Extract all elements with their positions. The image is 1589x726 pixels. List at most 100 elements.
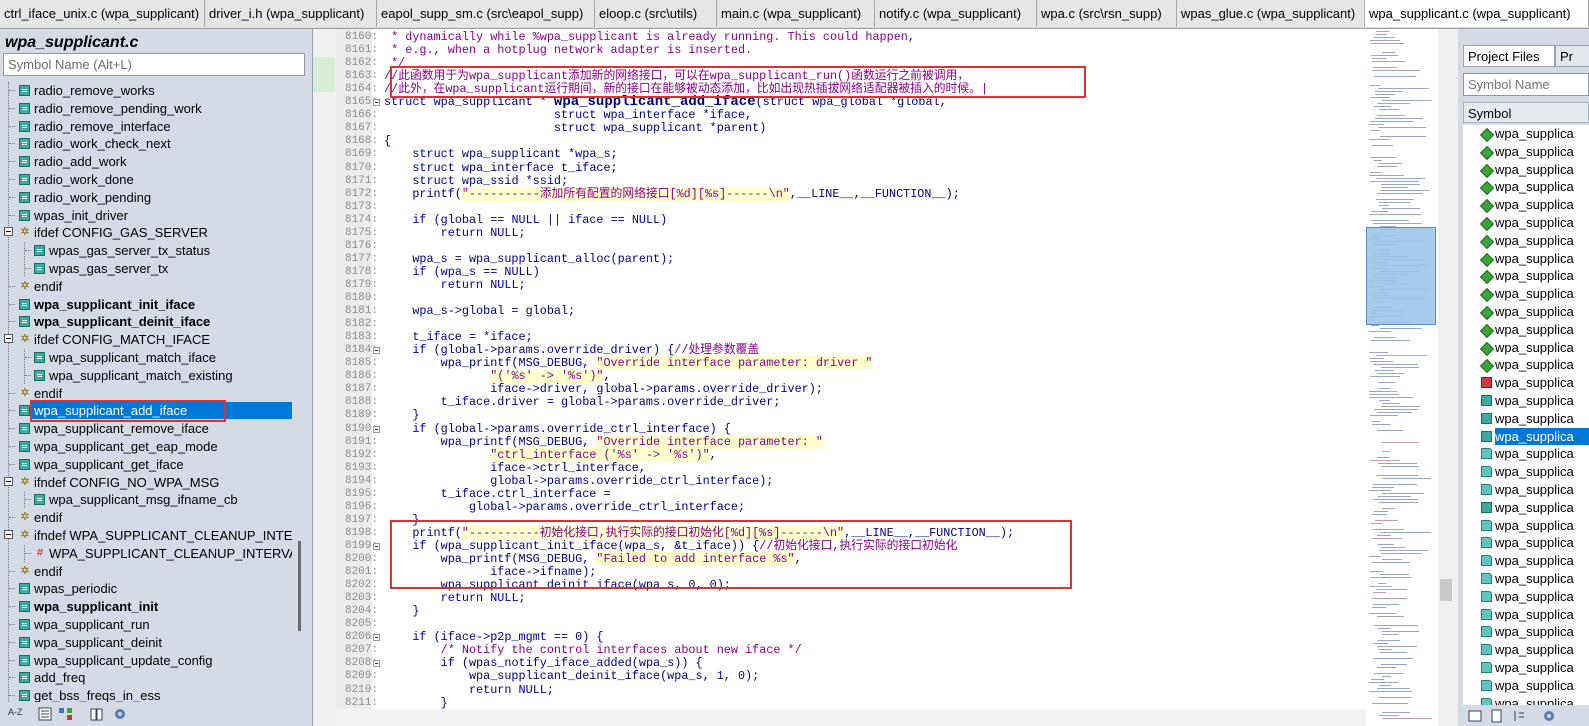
- symbol-tree-item[interactable]: wpas_init_driver: [0, 207, 292, 224]
- editor-tab[interactable]: eapol_supp_sm.c (src\eapol_supp): [377, 0, 595, 27]
- project-symbol-item[interactable]: wpa_supplica: [1463, 303, 1589, 321]
- symbol-tree-item[interactable]: wpa_supplicant_update_config: [0, 652, 292, 669]
- project-symbol-item[interactable]: wpa_supplica: [1463, 606, 1589, 623]
- editor-tab[interactable]: eloop.c (src\utils): [595, 0, 717, 27]
- project-symbol-item[interactable]: wpa_supplica: [1463, 232, 1589, 250]
- symbol-column-header[interactable]: Symbol: [1463, 102, 1589, 123]
- project-symbol-item[interactable]: wpa_supplica: [1463, 267, 1589, 285]
- project-symbol-item[interactable]: wpa_supplica: [1463, 250, 1589, 268]
- code-editor[interactable]: 8160: 8161: 8162: 8163: 8164: 8165: 8166: 8167:…: [336, 29, 1366, 709]
- project-symbol-item[interactable]: wpa_supplica: [1463, 499, 1589, 516]
- tree-icon[interactable]: [58, 707, 74, 721]
- symbol-tree-item[interactable]: ✲ endif: [0, 278, 292, 295]
- editor-vertical-scrollbar[interactable]: [1438, 29, 1454, 726]
- symbol-tree-item[interactable]: wpa_supplicant_deinit_iface: [0, 313, 292, 330]
- symbol-tree-item[interactable]: radio_work_pending: [0, 189, 292, 206]
- editor-tab[interactable]: wpa_supplicant.c (wpa_supplicant): [1365, 0, 1589, 27]
- editor-tab[interactable]: ctrl_iface_unix.c (wpa_supplicant): [0, 0, 205, 27]
- symbol-tree-item[interactable]: # WPA_SUPPLICANT_CLEANUP_INTERVAL: [0, 545, 292, 562]
- code-line[interactable]: global->params.override_ctrl_interface;: [384, 501, 745, 514]
- symbol-tree-item[interactable]: wpas_periodic: [0, 580, 292, 597]
- code-line[interactable]: * e.g., when a hotplug network adapter i…: [384, 44, 752, 57]
- project-symbol-item[interactable]: wpa_supplica: [1463, 321, 1589, 339]
- code-line[interactable]: struct wpa_supplicant *wpa_s;: [384, 148, 617, 161]
- code-line[interactable]: }: [384, 697, 448, 710]
- code-line[interactable]: return NULL;: [384, 227, 526, 240]
- collapse-icon[interactable]: [4, 227, 13, 236]
- tab-project-files[interactable]: Project Files: [1463, 45, 1555, 67]
- project-symbol-item[interactable]: wpa_supplica: [1463, 392, 1589, 409]
- document-icon[interactable]: [1490, 709, 1504, 723]
- fold-toggle-icon[interactable]: [373, 99, 380, 106]
- symbol-tree-item[interactable]: radio_add_work: [0, 153, 292, 170]
- symbol-search-input[interactable]: [3, 53, 305, 76]
- project-symbol-item[interactable]: wpa_supplica: [1463, 285, 1589, 303]
- symbol-tree-scrollbar[interactable]: [298, 541, 301, 631]
- minimap-viewport[interactable]: [1366, 227, 1436, 325]
- project-symbol-item[interactable]: wpa_supplica: [1463, 463, 1589, 480]
- symbol-tree-item[interactable]: get_bss_freqs_in_ess: [0, 687, 292, 702]
- symbol-tree-item[interactable]: radio_work_done: [0, 171, 292, 188]
- symbol-tree-item[interactable]: ✲ ifndef WPA_SUPPLICANT_CLEANUP_INTERVA: [0, 527, 292, 544]
- symbol-tree-item[interactable]: ✲ ifndef CONFIG_NO_WPA_MSG: [0, 474, 292, 491]
- project-symbol-item[interactable]: wpa_supplica: [1463, 677, 1589, 694]
- project-symbol-item[interactable]: wpa_supplica: [1463, 125, 1589, 143]
- gear-icon[interactable]: [1542, 709, 1556, 723]
- collapse-icon[interactable]: [4, 530, 13, 539]
- symbol-tree-item[interactable]: wpa_supplicant_run: [0, 616, 292, 633]
- code-line[interactable]: wpa_supplicant_deinit_iface(wpa_s, 1, 0)…: [384, 670, 759, 683]
- symbol-tree-item[interactable]: wpas_gas_server_tx: [0, 260, 292, 277]
- symbol-tree-item[interactable]: radio_work_check_next: [0, 135, 292, 152]
- code-line[interactable]: t_iface.driver = global->params.override…: [384, 396, 781, 409]
- fold-toggle-icon[interactable]: [373, 543, 380, 550]
- code-line[interactable]: }: [384, 409, 419, 422]
- symbol-tree-item[interactable]: radio_remove_works: [0, 82, 292, 99]
- project-symbol-item[interactable]: wpa_supplica: [1463, 570, 1589, 587]
- project-symbol-item[interactable]: wpa_supplica: [1463, 588, 1589, 605]
- project-symbol-item[interactable]: wpa_supplica: [1463, 178, 1589, 196]
- code-line[interactable]: }: [384, 605, 419, 618]
- symbol-tree-item[interactable]: wpa_supplicant_deinit: [0, 634, 292, 651]
- project-symbol-item[interactable]: wpa_supplica: [1463, 445, 1589, 462]
- collapse-icon[interactable]: [4, 477, 13, 486]
- project-symbol-item[interactable]: wpa_supplica: [1463, 339, 1589, 357]
- project-symbol-item[interactable]: wpa_supplica: [1463, 641, 1589, 658]
- project-symbol-item[interactable]: wpa_supplica: [1463, 356, 1589, 374]
- book-icon[interactable]: [90, 707, 104, 721]
- symbol-tree-item[interactable]: ✲ endif: [0, 563, 292, 580]
- project-symbol-item[interactable]: wpa_supplica: [1463, 410, 1589, 427]
- editor-tab[interactable]: wpa.c (src\rsn_supp): [1037, 0, 1177, 27]
- project-symbol-search-input[interactable]: [1463, 73, 1589, 96]
- gear-icon[interactable]: [113, 707, 127, 721]
- symbol-tree-item[interactable]: wpa_supplicant_remove_iface: [0, 420, 292, 437]
- editor-tab[interactable]: notify.c (wpa_supplicant): [875, 0, 1037, 27]
- project-symbol-item[interactable]: wpa_supplica: [1463, 534, 1589, 551]
- code-line[interactable]: wpa_s->global = global;: [384, 305, 575, 318]
- project-symbol-item[interactable]: wpa_supplica: [1463, 214, 1589, 232]
- project-symbol-item[interactable]: wpa_supplica: [1463, 659, 1589, 676]
- symbol-tree-item[interactable]: ✲ endif: [0, 509, 292, 526]
- symbol-tree-item[interactable]: wpa_supplicant_match_existing: [0, 367, 292, 384]
- project-symbol-item[interactable]: wpa_supplica: [1463, 143, 1589, 161]
- editor-tab[interactable]: main.c (wpa_supplicant): [717, 0, 875, 27]
- symbol-tree-item[interactable]: wpa_supplicant_get_eap_mode: [0, 438, 292, 455]
- code-line[interactable]: return NULL;: [384, 279, 526, 292]
- sort-icon[interactable]: [1512, 709, 1526, 723]
- code-line[interactable]: struct wpa_supplicant *parent): [384, 122, 766, 135]
- symbol-tree-item[interactable]: wpa_supplicant_init_iface: [0, 296, 292, 313]
- project-symbol-item[interactable]: wpa_supplica: [1463, 481, 1589, 498]
- collapse-icon[interactable]: [4, 334, 13, 343]
- symbol-list-icon[interactable]: [38, 707, 52, 721]
- symbol-tree-item[interactable]: wpa_supplicant_match_iface: [0, 349, 292, 366]
- project-symbol-item[interactable]: wpa_supplica: [1463, 552, 1589, 569]
- code-line[interactable]: printf("----------添加所有配置的网络接口[%d][%s]---…: [384, 187, 960, 201]
- project-symbol-item[interactable]: wpa_supplica: [1463, 623, 1589, 640]
- editor-tab[interactable]: driver_i.h (wpa_supplicant): [205, 0, 377, 27]
- symbol-tree-item[interactable]: wpa_supplicant_get_iface: [0, 456, 292, 473]
- symbol-tree-item[interactable]: wpa_supplicant_msg_ifname_cb: [0, 491, 292, 508]
- symbol-tree-item[interactable]: radio_remove_interface: [0, 118, 292, 135]
- fold-toggle-icon[interactable]: [373, 660, 380, 667]
- project-symbol-item[interactable]: wpa_supplica: [1463, 374, 1589, 391]
- project-symbol-item[interactable]: wpa_supplica: [1463, 196, 1589, 214]
- symbol-tree-item[interactable]: radio_remove_pending_work: [0, 100, 292, 117]
